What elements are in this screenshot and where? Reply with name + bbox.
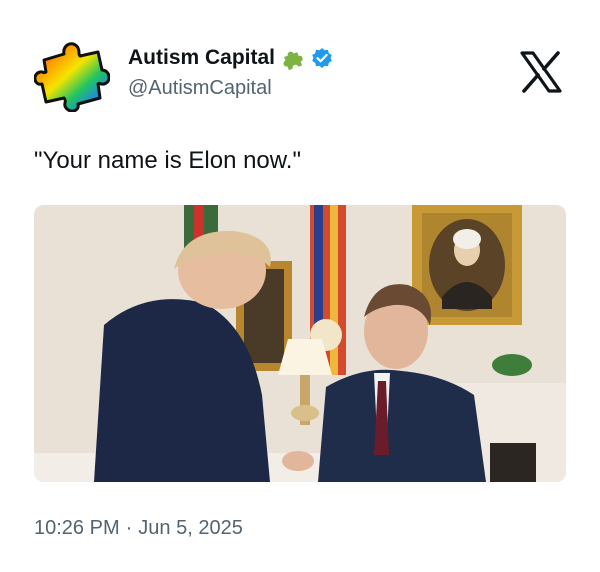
- tweet-timestamp[interactable]: 10:26 PM · Jun 5, 2025: [34, 517, 243, 540]
- avatar[interactable]: [33, 36, 111, 113]
- account-handle[interactable]: @AutismCapital: [128, 77, 272, 100]
- photo-illustration: [34, 205, 566, 482]
- tweet-photo[interactable]: [34, 205, 566, 482]
- rainbow-puzzle-piece-icon: [33, 42, 111, 113]
- name-row: Autism Capital: [128, 46, 333, 70]
- display-name[interactable]: Autism Capital: [128, 46, 275, 70]
- green-puzzle-piece-icon: [283, 51, 303, 70]
- x-logo-icon: [520, 51, 562, 93]
- separator: ·: [125, 517, 133, 539]
- verified-check-icon: [312, 48, 332, 68]
- tweet-date: Jun 5, 2025: [138, 517, 243, 539]
- tweet-text: "Your name is Elon now.": [34, 147, 301, 174]
- tweet-time: 10:26 PM: [34, 517, 120, 539]
- x-logo[interactable]: [518, 49, 564, 95]
